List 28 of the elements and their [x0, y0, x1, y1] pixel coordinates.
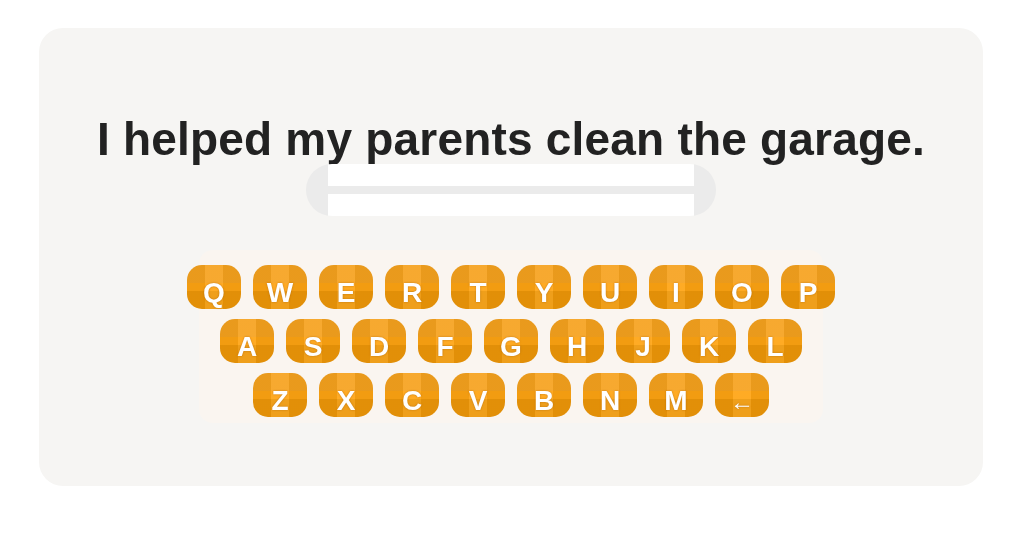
letter-key[interactable]: F: [418, 319, 472, 363]
letter-key[interactable]: Q: [187, 265, 241, 309]
letter-key[interactable]: X: [319, 373, 373, 417]
letter-key[interactable]: A: [220, 319, 274, 363]
letter-key[interactable]: W: [253, 265, 307, 309]
letter-key[interactable]: S: [286, 319, 340, 363]
letter-key[interactable]: R: [385, 265, 439, 309]
letter-key[interactable]: P: [781, 265, 835, 309]
letter-key[interactable]: V: [451, 373, 505, 417]
letter-key[interactable]: T: [451, 265, 505, 309]
letter-key[interactable]: M: [649, 373, 703, 417]
letter-key[interactable]: U: [583, 265, 637, 309]
letter-key[interactable]: L: [748, 319, 802, 363]
letter-key[interactable]: J: [616, 319, 670, 363]
backspace-key[interactable]: ←: [715, 373, 769, 417]
letter-key[interactable]: H: [550, 319, 604, 363]
letter-key[interactable]: K: [682, 319, 736, 363]
letter-key[interactable]: C: [385, 373, 439, 417]
letter-key[interactable]: Z: [253, 373, 307, 417]
letter-key[interactable]: D: [352, 319, 406, 363]
sentence-text: I helped my parents clean the garage.: [97, 112, 925, 166]
letter-key[interactable]: B: [517, 373, 571, 417]
letter-key[interactable]: G: [484, 319, 538, 363]
letter-key[interactable]: N: [583, 373, 637, 417]
letter-key[interactable]: E: [319, 265, 373, 309]
letter-key[interactable]: Y: [517, 265, 571, 309]
letter-key[interactable]: I: [649, 265, 703, 309]
letter-key[interactable]: O: [715, 265, 769, 309]
